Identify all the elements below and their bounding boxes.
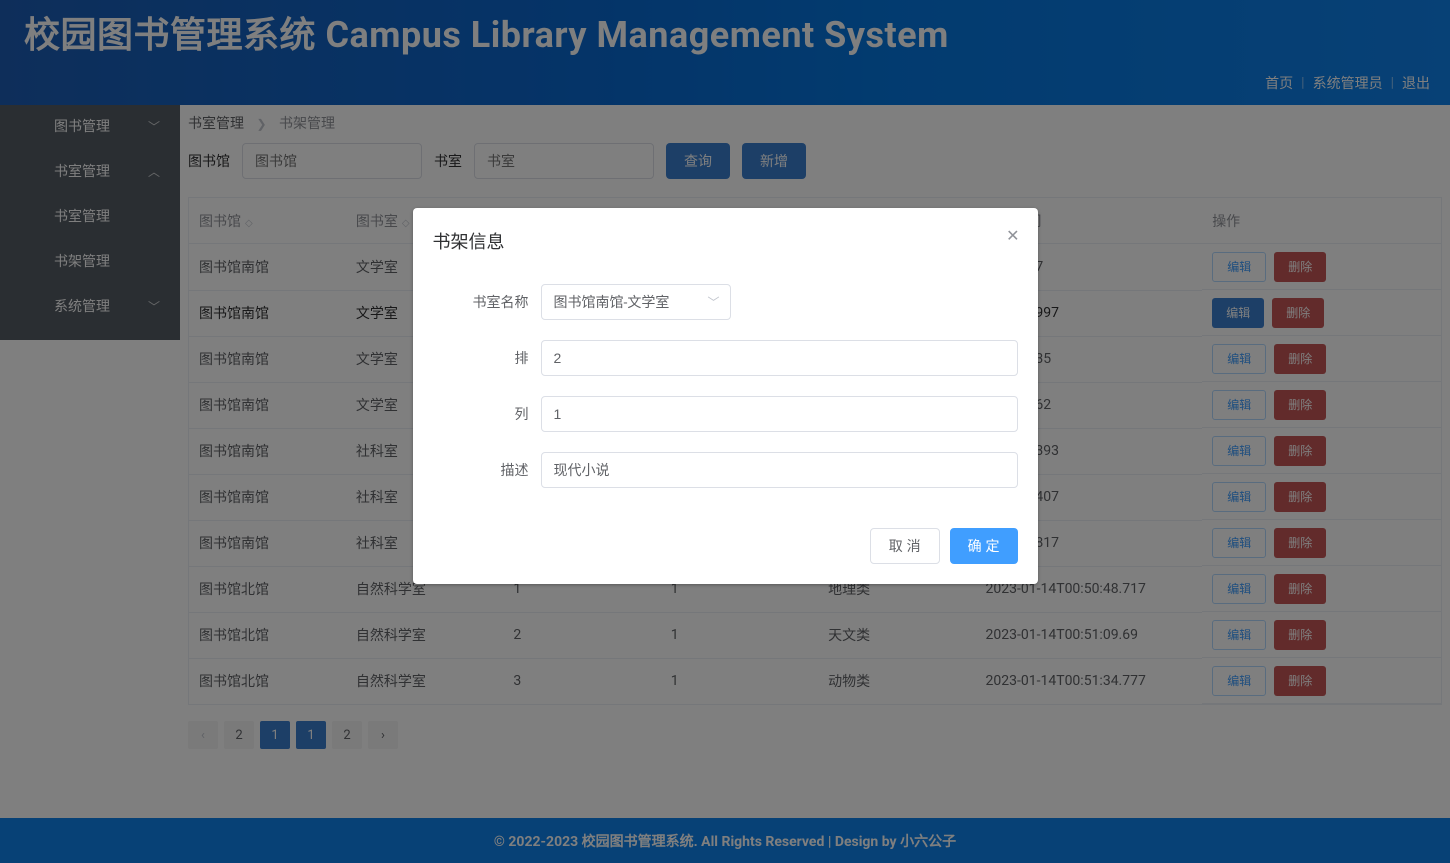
chevron-down-icon: ﹀ (707, 294, 719, 311)
row-input[interactable] (541, 340, 1018, 376)
col-input[interactable] (541, 396, 1018, 432)
form-label-room: 书室名称 (433, 292, 529, 312)
form-label-row: 排 (433, 348, 529, 368)
room-select[interactable]: 图书馆南馆-文学室 ﹀ (541, 284, 731, 320)
modal-overlay[interactable]: 书架信息 ✕ 书室名称 图书馆南馆-文学室 ﹀ 排 列 (0, 0, 1450, 863)
close-icon[interactable]: ✕ (1006, 226, 1019, 245)
form-label-desc: 描述 (433, 460, 529, 480)
confirm-button[interactable]: 确 定 (950, 528, 1018, 564)
dialog-footer: 取 消 确 定 (433, 518, 1018, 574)
shelf-info-dialog: 书架信息 ✕ 书室名称 图书馆南馆-文学室 ﹀ 排 列 (413, 208, 1038, 584)
cancel-button[interactable]: 取 消 (870, 528, 940, 564)
dialog-title: 书架信息 (433, 228, 1018, 264)
desc-input[interactable] (541, 452, 1018, 488)
select-value: 图书馆南馆-文学室 (554, 292, 670, 312)
dialog-body: 书室名称 图书馆南馆-文学室 ﹀ 排 列 (433, 264, 1018, 518)
form-label-col: 列 (433, 404, 529, 424)
